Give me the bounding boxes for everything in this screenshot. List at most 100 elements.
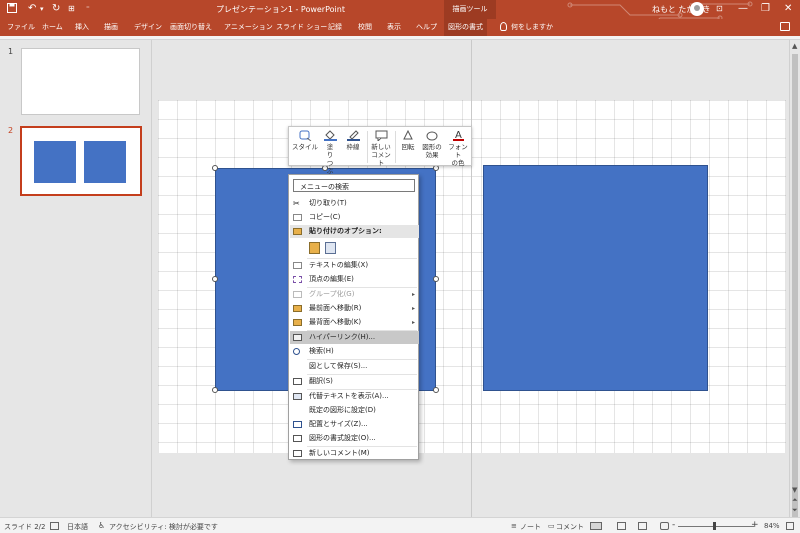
- menu-item-label: 翻訳(S): [309, 377, 333, 385]
- comments-icon[interactable]: [780, 22, 790, 31]
- more-icon[interactable]: ⁼: [86, 3, 90, 15]
- font-color-label: フォント の色: [448, 143, 468, 167]
- spell-check-icon[interactable]: [50, 522, 59, 530]
- context-tool-group-label: 描画ツール: [444, 0, 496, 19]
- reading-view-icon[interactable]: [638, 522, 647, 530]
- scroll-thumb[interactable]: [792, 54, 798, 524]
- tab-shape-format[interactable]: 図形の書式: [444, 19, 487, 36]
- menu-item-alt-text[interactable]: 代替テキストを表示(A)...: [290, 390, 419, 403]
- zoom-in-button[interactable]: +: [751, 520, 759, 530]
- tab-insert[interactable]: 挿入: [75, 22, 89, 32]
- paste-as-picture-icon[interactable]: [325, 242, 336, 254]
- zoom-slider[interactable]: [678, 526, 754, 527]
- tab-file[interactable]: ファイル: [7, 22, 35, 32]
- undo-icon[interactable]: ↶: [28, 3, 36, 15]
- menu-item-group[interactable]: グループ化(G) ▸: [290, 288, 419, 301]
- close-icon[interactable]: ✕: [784, 2, 792, 16]
- scissors-icon: ✂: [293, 199, 300, 208]
- menu-item-copy[interactable]: コピー(C): [290, 211, 419, 224]
- thumbnail-shape: [34, 141, 76, 183]
- resize-handle-right[interactable]: [433, 276, 439, 282]
- menu-item-save-as-picture[interactable]: 図として保存(S)...: [290, 360, 419, 373]
- slideshow-view-icon[interactable]: [660, 522, 669, 530]
- bring-to-front-icon: [293, 305, 302, 312]
- resize-handle-bottom-left[interactable]: [212, 387, 218, 393]
- hyperlink-icon: [293, 334, 302, 341]
- menu-item-search[interactable]: 検索(H): [290, 345, 419, 358]
- menu-item-send-to-back[interactable]: 最背面へ移動(K) ▸: [290, 316, 419, 329]
- tab-home[interactable]: ホーム: [42, 22, 63, 32]
- outline-button[interactable]: 枠線: [343, 129, 363, 151]
- tab-review[interactable]: 校閲: [358, 22, 372, 32]
- tab-animations[interactable]: アニメーション: [224, 22, 273, 32]
- menu-item-edit-text[interactable]: テキストの編集(X): [290, 259, 419, 272]
- font-color-button[interactable]: A フォント の色: [446, 129, 470, 167]
- previous-slide-icon[interactable]: ⏶: [792, 496, 798, 505]
- tab-draw[interactable]: 描画: [104, 22, 118, 32]
- tell-me-search[interactable]: 何をしますか: [500, 22, 553, 32]
- comments-button[interactable]: コメント: [556, 522, 584, 532]
- resize-handle-top-left[interactable]: [212, 165, 218, 171]
- rotate-button[interactable]: 回転: [398, 129, 418, 151]
- undo-dropdown-icon[interactable]: ▾: [40, 3, 44, 15]
- zoom-slider-thumb[interactable]: [713, 522, 716, 530]
- lightbulb-icon: [500, 22, 507, 31]
- menu-item-edit-points[interactable]: 頂点の編集(E): [290, 273, 419, 286]
- fit-to-window-icon[interactable]: [786, 522, 794, 530]
- menu-item-set-default-shape[interactable]: 既定の図形に設定(D): [290, 404, 419, 417]
- scroll-up-arrow-icon[interactable]: ▲: [792, 42, 797, 50]
- menu-item-cut[interactable]: ✂ 切り取り(T): [290, 197, 419, 210]
- menu-item-format-shape[interactable]: 図形の書式設定(O)...: [290, 432, 419, 445]
- paste-keep-source-icon[interactable]: [309, 242, 320, 254]
- next-slide-icon[interactable]: ⏷: [792, 506, 798, 515]
- menu-item-size-and-position[interactable]: 配置とサイズ(Z)...: [290, 418, 419, 431]
- new-comment-button[interactable]: 新しい コメント: [369, 129, 393, 167]
- present-icon[interactable]: ⊞: [68, 3, 75, 15]
- accessibility-status[interactable]: アクセシビリティ: 検討が必要です: [109, 522, 218, 532]
- scroll-down-arrow-icon[interactable]: ▼: [792, 486, 797, 494]
- tab-view[interactable]: 表示: [387, 22, 401, 32]
- menu-item-bring-to-front[interactable]: 最前面へ移動(R) ▸: [290, 302, 419, 315]
- tab-help[interactable]: ヘルプ: [416, 22, 437, 32]
- ribbon-display-options-icon[interactable]: ⊡: [716, 2, 723, 16]
- resize-handle-left[interactable]: [212, 276, 218, 282]
- shape-effects-button[interactable]: 図形の 効果: [420, 129, 444, 159]
- font-color-icon: A: [452, 130, 464, 141]
- minimize-icon[interactable]: —: [738, 2, 748, 16]
- zoom-level[interactable]: 84%: [764, 522, 780, 530]
- tab-record[interactable]: 記録: [328, 22, 342, 32]
- menu-search-input[interactable]: メニューの検索: [293, 179, 415, 192]
- language-indicator[interactable]: 日本語: [67, 522, 88, 532]
- resize-handle-bottom-right[interactable]: [433, 387, 439, 393]
- zoom-out-button[interactable]: -: [672, 520, 675, 530]
- menu-item-hyperlink[interactable]: ハイパーリンク(H)...: [290, 331, 419, 344]
- rotate-icon: [402, 129, 413, 140]
- outline-pen-icon: [346, 130, 360, 141]
- redo-icon[interactable]: ↻: [52, 3, 60, 15]
- normal-view-icon[interactable]: [590, 522, 602, 530]
- style-label: スタイル: [292, 143, 318, 151]
- slide-sorter-icon[interactable]: [617, 522, 626, 530]
- menu-item-translate[interactable]: 翻訳(S): [290, 375, 419, 388]
- menu-item-new-comment[interactable]: 新しいコメント(M): [290, 447, 419, 460]
- toolbar-separator: [395, 131, 396, 163]
- tab-design[interactable]: デザイン: [134, 22, 162, 32]
- menu-item-label: ハイパーリンク(H)...: [309, 333, 376, 341]
- slide-thumbnail-2[interactable]: [20, 126, 142, 196]
- edit-text-icon: [293, 262, 302, 269]
- vertical-scrollbar[interactable]: ▲ ▼ ⏶ ⏷: [789, 40, 800, 524]
- avatar[interactable]: [690, 2, 704, 16]
- menu-item-label: 貼り付けのオプション:: [309, 227, 382, 235]
- restore-icon[interactable]: ❐: [761, 2, 770, 16]
- tab-slideshow[interactable]: スライド ショー: [276, 22, 327, 32]
- ribbon-tabs: ファイル ホーム 挿入 描画 デザイン 画面切り替え アニメーション スライド …: [0, 19, 800, 36]
- context-menu: メニューの検索 ✂ 切り取り(T) コピー(C) 貼り付けのオプション: テキス…: [288, 174, 419, 460]
- rectangle-shape[interactable]: [483, 165, 708, 391]
- save-icon[interactable]: [7, 3, 17, 17]
- edit-points-icon: [293, 276, 302, 283]
- slide-thumbnail-1[interactable]: [21, 48, 140, 115]
- tab-transitions[interactable]: 画面切り替え: [170, 22, 212, 32]
- style-button[interactable]: スタイル: [292, 129, 318, 151]
- fill-bucket-icon: [323, 130, 337, 141]
- notes-button[interactable]: ノート: [520, 522, 541, 532]
